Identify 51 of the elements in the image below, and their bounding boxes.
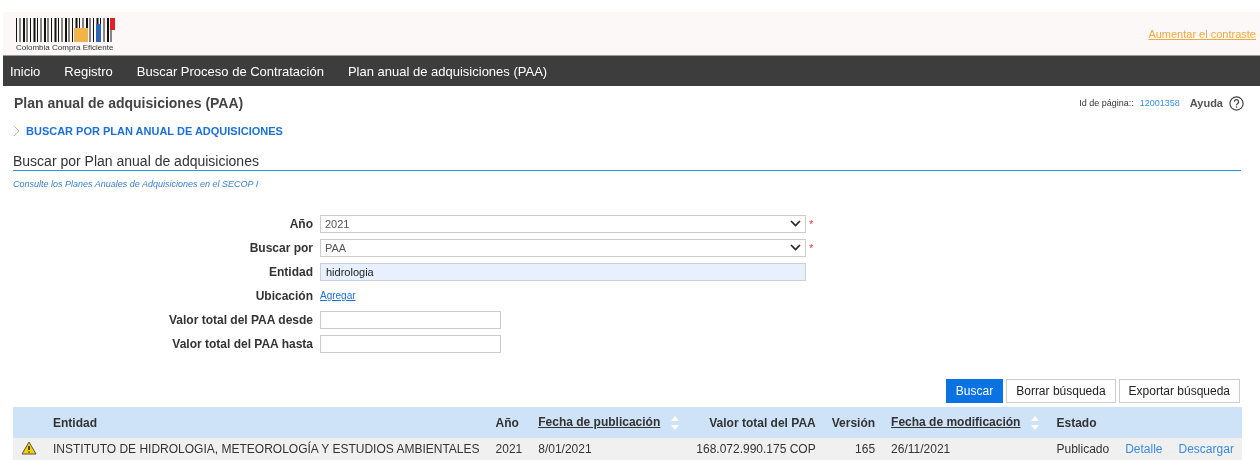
column-header[interactable]: Fecha de publicación [538, 414, 661, 429]
required-mark: * [809, 241, 814, 254]
field-label: Ubicación [254, 288, 314, 303]
breadcrumb-link[interactable]: BUSCAR POR PLAN ANUAL DE ADQUISICIONES [26, 125, 283, 137]
sort-icon[interactable] [1030, 414, 1041, 431]
input-field[interactable] [320, 334, 501, 353]
field-label: Entidad [268, 264, 314, 279]
add-link[interactable]: Agregar [320, 290, 356, 301]
help-link[interactable]: Ayuda [1189, 97, 1223, 109]
select-field[interactable]: PAA [320, 238, 806, 257]
section-heading: Buscar por Plan anual de adquisiciones [13, 153, 259, 169]
page-id-label: Id de página:: [1079, 98, 1134, 108]
select-field[interactable]: 2021 [320, 214, 806, 233]
action-button[interactable]: Exportar búsqueda [1118, 379, 1240, 403]
field-label: Valor total del PAA desde [167, 312, 314, 327]
column-header[interactable]: Fecha de modificación [891, 414, 1021, 429]
table-cell: 168.072.990.175 COP [696, 442, 816, 456]
logo-text: Colombia Compra Eficiente [16, 42, 114, 52]
chevron-right-icon [13, 125, 20, 137]
sort-icon[interactable] [670, 414, 681, 431]
hint-text: Consulte los Planes Anuales de Adquisiciones en el SECOP I [13, 179, 260, 189]
required-mark: * [809, 217, 814, 230]
column-header: Valor total del PAA [709, 415, 816, 430]
column-header: Año [495, 415, 519, 430]
help-icon[interactable] [1229, 95, 1244, 111]
table-cell: 2021 [495, 442, 523, 456]
input-field[interactable] [320, 310, 501, 329]
action-button[interactable]: Buscar [945, 379, 1004, 403]
chevron-down-icon [790, 220, 801, 227]
table-cell: 26/11/2021 [891, 442, 951, 456]
nav-item[interactable]: Plan anual de adquisiciones (PAA) [347, 63, 548, 79]
barcode-logo-icon [16, 17, 118, 42]
table-cell: Publicado [1056, 442, 1110, 456]
nav-item[interactable]: Registro [64, 63, 113, 79]
table-cell: 165 [855, 442, 876, 456]
nav-item[interactable]: Inicio [10, 63, 41, 79]
column-header: Versión [831, 415, 876, 430]
logo[interactable]: Colombia Compra Eficiente [16, 15, 118, 52]
table-cell: INSTITUTO DE HIDROLOGIA, METEOROLOGÍA Y ESTUDIOS AMBIENTALES [53, 442, 480, 456]
entity-input[interactable]: hidrologia [320, 262, 806, 281]
page-id: 12001358 [1139, 98, 1180, 108]
nav-item[interactable]: Buscar Proceso de Contratación [136, 63, 324, 79]
field-label: Valor total del PAA hasta [171, 336, 314, 351]
action-button[interactable]: Borrar búsqueda [1006, 379, 1116, 403]
table-cell: 8/01/2021 [538, 442, 592, 456]
page-title: Plan anual de adquisiciones (PAA) [14, 95, 244, 111]
column-header: Estado [1056, 415, 1097, 430]
column-header: Entidad [53, 415, 97, 430]
field-label: Año [288, 216, 314, 231]
field-label: Buscar por [248, 240, 314, 255]
chevron-down-icon [790, 244, 801, 251]
